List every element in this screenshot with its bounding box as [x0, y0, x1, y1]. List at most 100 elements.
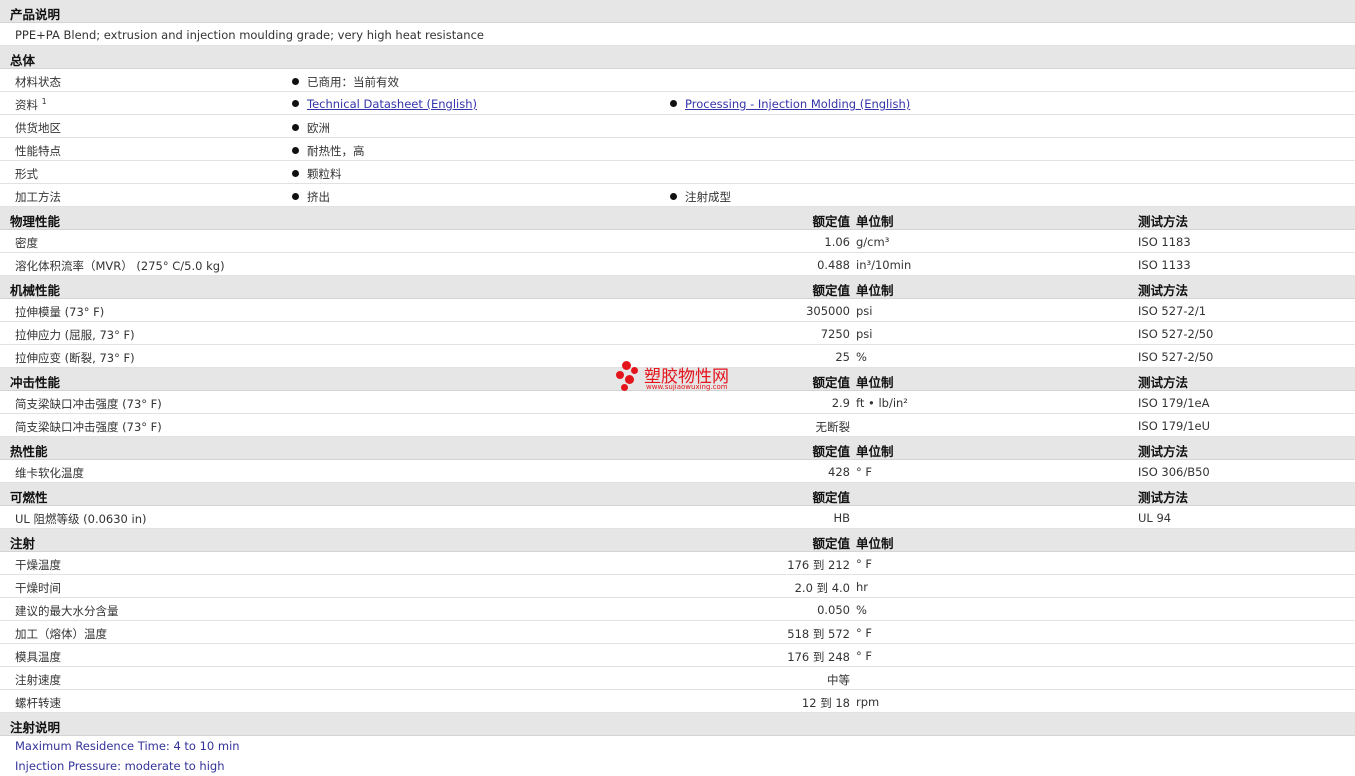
section-header-thermal: 热性能 额定值 单位制 测试方法 [0, 437, 1355, 460]
header-unit: 单位制 [856, 283, 894, 298]
section-title: 冲击性能 [10, 375, 61, 390]
row-label: 建议的最大水分含量 [15, 604, 119, 618]
property-row: 建议的最大水分含量 0.050 % [0, 598, 1355, 621]
description-row: PPE+PA Blend; extrusion and injection mo… [0, 23, 1355, 46]
general-row: 资料 1 Technical Datasheet (English) Proce… [0, 92, 1355, 115]
row-value: 中等 [827, 673, 850, 687]
section-title: 可燃性 [10, 490, 48, 505]
row-label: 维卡软化温度 [15, 466, 84, 480]
section-title: 物理性能 [10, 214, 61, 229]
section-header-description: 产品说明 [0, 0, 1355, 23]
row-label: 材料状态 [15, 75, 61, 89]
row-unit: ° F [856, 557, 873, 571]
header-unit: 单位制 [856, 214, 894, 229]
row-method: UL 94 [1138, 511, 1172, 525]
processing-injection-molding-link[interactable]: Processing - Injection Molding (English) [685, 97, 910, 111]
row-value-1: 挤出 [292, 189, 330, 205]
section-header-injection: 注射 额定值 单位制 [0, 529, 1355, 552]
row-unit: ° F [856, 465, 873, 479]
technical-datasheet-link[interactable]: Technical Datasheet (English) [307, 97, 477, 111]
description-text: PPE+PA Blend; extrusion and injection mo… [15, 28, 484, 42]
section-header-injection-notes: 注射说明 [0, 713, 1355, 736]
section-title: 机械性能 [10, 283, 61, 298]
general-row: 性能特点 耐热性，高 [0, 138, 1355, 161]
section-title: 产品说明 [10, 7, 61, 22]
row-method: ISO 1183 [1138, 235, 1191, 249]
row-label: 溶化体积流率（MVR） (275° C/5.0 kg) [15, 259, 225, 273]
property-row: 模具温度 176 到 248 ° F [0, 644, 1355, 667]
watermark-logo: 塑胶物性网 www.sujiaowuxing.com [616, 361, 746, 395]
property-row: 加工（熔体）温度 518 到 572 ° F [0, 621, 1355, 644]
row-value-1: 颗粒料 [292, 166, 342, 182]
datasheet-page: 产品说明 PPE+PA Blend; extrusion and injecti… [0, 0, 1355, 773]
header-method: 测试方法 [1138, 283, 1189, 298]
row-method: ISO 179/1eU [1138, 419, 1211, 433]
row-label: 形式 [15, 167, 38, 181]
note-line: Injection Pressure: moderate to high [0, 756, 1355, 776]
header-value: 额定值 [812, 536, 850, 551]
watermark-url: www.sujiaowuxing.com [646, 383, 728, 391]
header-method: 测试方法 [1138, 490, 1189, 505]
property-row: UL 阻燃等级 (0.0630 in) HB UL 94 [0, 506, 1355, 529]
row-value: 2.9 [831, 396, 850, 410]
section-header-general: 总体 [0, 46, 1355, 69]
row-value: 2.0 到 4.0 [794, 581, 850, 595]
property-row: 螺杆转速 12 到 18 rpm [0, 690, 1355, 713]
row-unit: hr [856, 580, 869, 594]
row-value-1: 已商用：当前有效 [292, 74, 399, 90]
note-text: Maximum Residence Time: 4 to 10 min [15, 739, 240, 753]
row-label: 拉伸应力 (屈服, 73° F) [15, 328, 135, 342]
row-method: ISO 527-2/1 [1138, 304, 1207, 318]
logo-dots-icon [616, 361, 642, 393]
row-label: 干燥时间 [15, 581, 61, 595]
property-row: 注射速度 中等 [0, 667, 1355, 690]
row-unit: psi [856, 304, 873, 318]
row-value: 428 [828, 465, 850, 479]
row-unit: g/cm³ [856, 235, 890, 249]
row-label: 加工（熔体）温度 [15, 627, 107, 641]
header-method: 测试方法 [1138, 375, 1189, 390]
bullet-icon [670, 100, 677, 107]
row-value-1: 欧洲 [292, 120, 330, 136]
row-unit: % [856, 603, 867, 617]
section-title: 注射 [10, 536, 36, 551]
property-row: 维卡软化温度 428 ° F ISO 306/B50 [0, 460, 1355, 483]
row-value: 0.488 [817, 258, 850, 272]
row-unit: % [856, 350, 867, 364]
row-label: 干燥温度 [15, 558, 61, 572]
row-value: 0.050 [817, 603, 850, 617]
property-row: 密度 1.06 g/cm³ ISO 1183 [0, 230, 1355, 253]
header-method: 测试方法 [1138, 444, 1189, 459]
header-value: 额定值 [812, 375, 850, 390]
row-unit: ° F [856, 626, 873, 640]
section-header-mechanical: 机械性能 额定值 单位制 测试方法 [0, 276, 1355, 299]
header-value: 额定值 [812, 490, 850, 505]
property-row: 干燥时间 2.0 到 4.0 hr [0, 575, 1355, 598]
row-unit: psi [856, 327, 873, 341]
row-value: 无断裂 [815, 420, 851, 434]
row-unit: in³/10min [856, 258, 912, 272]
row-label: 注射速度 [15, 673, 61, 687]
row-value-1: Technical Datasheet (English) [292, 97, 477, 111]
row-value: 12 到 18 [801, 696, 850, 710]
row-value-1: 耐热性，高 [292, 143, 365, 159]
row-label: UL 阻燃等级 (0.0630 in) [15, 512, 147, 526]
row-value: 176 到 248 [787, 650, 850, 664]
row-value-2: 注射成型 [670, 189, 731, 205]
row-unit: ft • lb/in² [856, 396, 908, 410]
row-unit: rpm [856, 695, 880, 709]
row-label: 简支梁缺口冲击强度 (73° F) [15, 420, 162, 434]
section-title: 总体 [10, 53, 36, 68]
property-row: 溶化体积流率（MVR） (275° C/5.0 kg) 0.488 in³/10… [0, 253, 1355, 276]
property-row: 拉伸模量 (73° F) 305000 psi ISO 527-2/1 [0, 299, 1355, 322]
row-method: ISO 179/1eA [1138, 396, 1210, 410]
row-label: 性能特点 [15, 144, 61, 158]
row-value: 305000 [806, 304, 850, 318]
row-label: 螺杆转速 [15, 696, 61, 710]
row-value: 518 到 572 [787, 627, 850, 641]
row-value: 1.06 [824, 235, 850, 249]
row-unit: ° F [856, 649, 873, 663]
section-header-physical: 物理性能 额定值 单位制 测试方法 [0, 207, 1355, 230]
bullet-icon [292, 147, 299, 154]
note-text: Injection Pressure: moderate to high [15, 759, 225, 773]
